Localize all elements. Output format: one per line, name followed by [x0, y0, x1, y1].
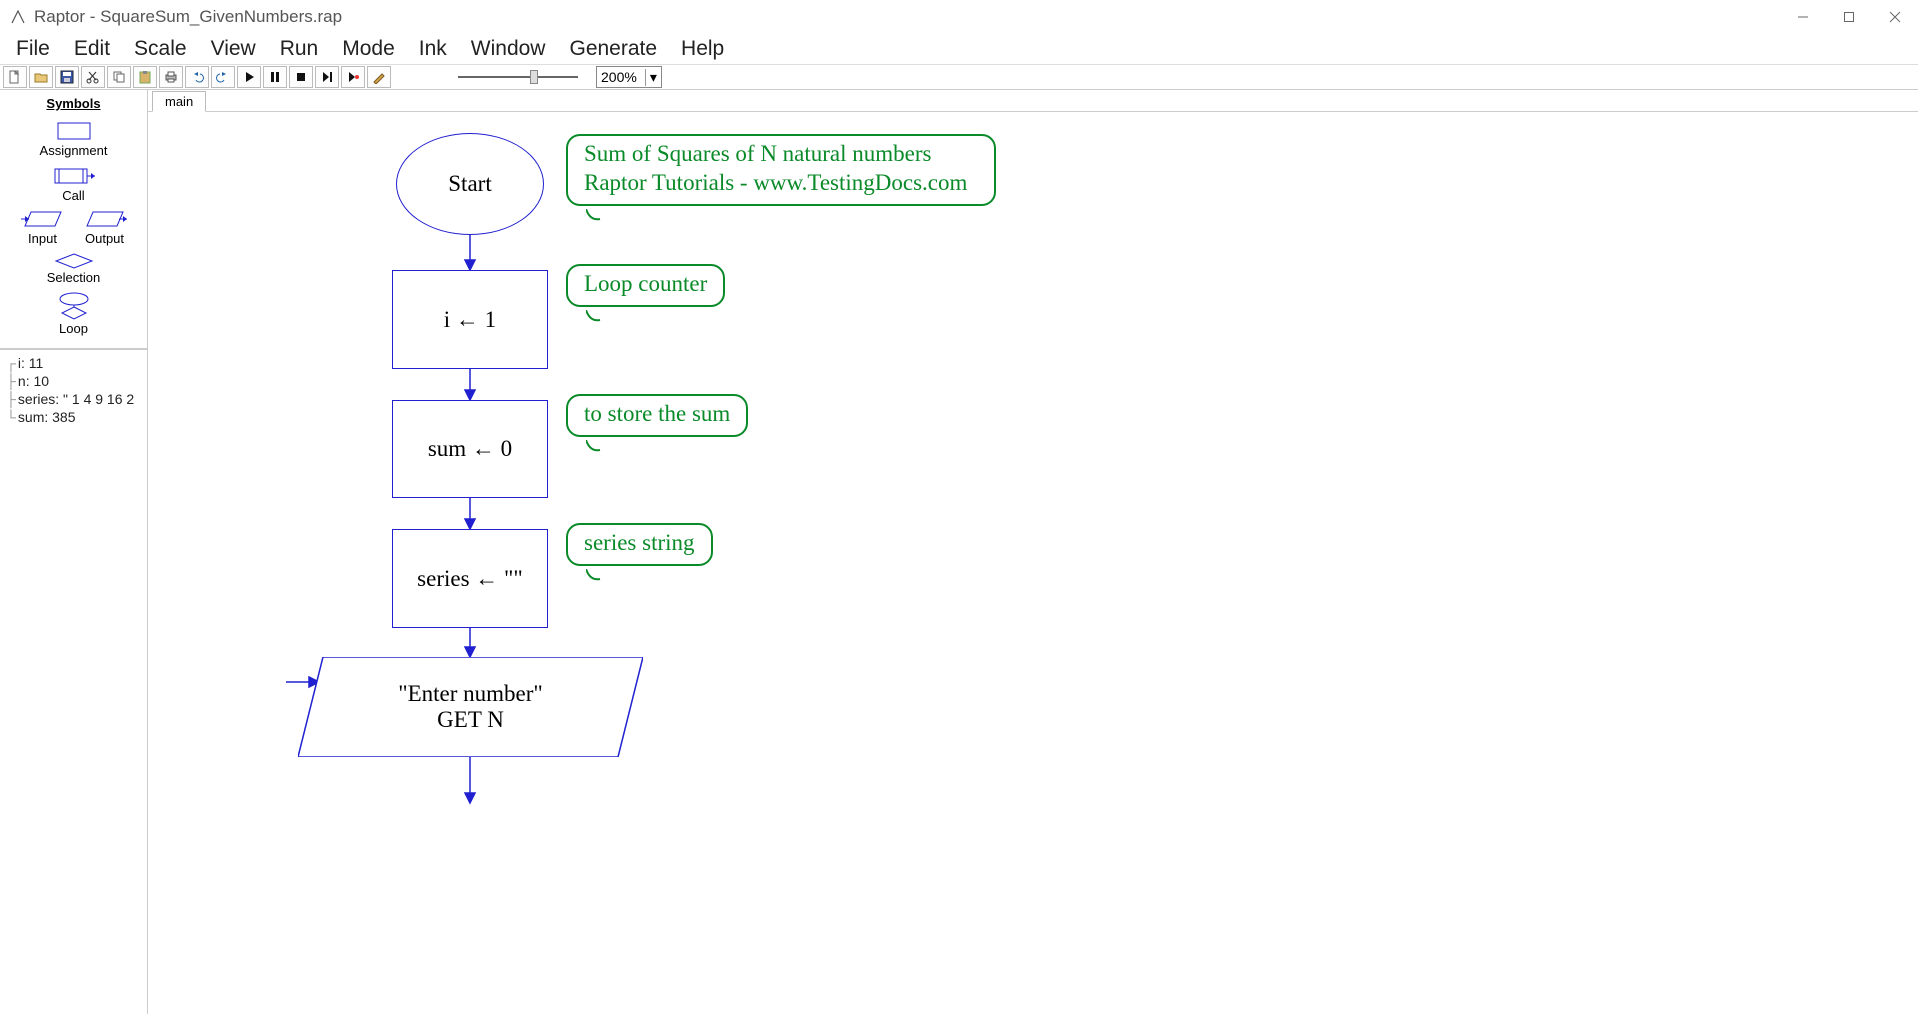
open-button[interactable] [29, 66, 53, 88]
watch-panel: i: 11 n: 10 series: " 1 4 9 16 2 sum: 38… [0, 349, 147, 1014]
output-label: Output [85, 231, 124, 246]
save-button[interactable] [55, 66, 79, 88]
menu-generate[interactable]: Generate [557, 35, 669, 63]
comment-loop-counter[interactable]: Loop counter [566, 264, 725, 307]
ink-button[interactable] [367, 66, 391, 88]
tab-main[interactable]: main [152, 91, 206, 112]
output-shape-icon[interactable] [83, 207, 127, 231]
menu-edit[interactable]: Edit [62, 35, 122, 63]
zoom-select[interactable]: 200% ▾ [596, 66, 662, 88]
pause-button[interactable] [263, 66, 287, 88]
input-shape-icon[interactable] [21, 207, 65, 231]
stop-button[interactable] [289, 66, 313, 88]
menu-ink[interactable]: Ink [407, 35, 459, 63]
flowchart-canvas[interactable]: Start Sum of Squares of N natural number… [148, 112, 1918, 1014]
comment-title-line2: Raptor Tutorials - www.TestingDocs.com [584, 169, 978, 198]
comment-series-string[interactable]: series string [566, 523, 713, 566]
symbols-header: Symbols [46, 96, 100, 111]
selection-label: Selection [47, 270, 100, 285]
menu-run[interactable]: Run [268, 35, 331, 63]
zoom-value: 200% [601, 69, 637, 85]
comment-title[interactable]: Sum of Squares of N natural numbers Rapt… [566, 134, 996, 206]
input-prompt-text: "Enter number" [298, 681, 643, 707]
step-over-button[interactable] [341, 66, 365, 88]
input-n-node[interactable]: "Enter number" GET N [298, 657, 643, 757]
menu-mode[interactable]: Mode [330, 35, 407, 63]
assignment-shape-icon[interactable] [54, 119, 94, 143]
watch-row: series: " 1 4 9 16 2 [6, 390, 141, 408]
menu-view[interactable]: View [199, 35, 268, 63]
assign-sum-text: sum ← 0 [428, 436, 512, 462]
menu-scale[interactable]: Scale [122, 35, 199, 63]
minimize-button[interactable] [1780, 0, 1826, 34]
step-button[interactable] [315, 66, 339, 88]
chevron-down-icon: ▾ [645, 69, 657, 86]
comment-store-sum[interactable]: to store the sum [566, 394, 748, 437]
menu-help[interactable]: Help [669, 35, 736, 63]
speed-slider[interactable] [458, 67, 578, 87]
loop-label: Loop [59, 321, 88, 336]
comment-title-line1: Sum of Squares of N natural numbers [584, 140, 978, 169]
symbols-panel: Symbols Assignment Call [0, 90, 147, 349]
watch-row: sum: 385 [6, 408, 141, 426]
assign-sum-node[interactable]: sum ← 0 [392, 400, 548, 498]
menu-bar: File Edit Scale View Run Mode Ink Window… [0, 34, 1918, 64]
assign-i-node[interactable]: i ← 1 [392, 270, 548, 369]
assign-i-text: i ← 1 [444, 307, 496, 333]
assignment-label: Assignment [40, 143, 108, 158]
title-bar: Raptor - SquareSum_GivenNumbers.rap [0, 0, 1918, 34]
assign-series-text: series ← "" [417, 566, 523, 592]
loop-shape-icon[interactable] [52, 291, 96, 321]
menu-file[interactable]: File [4, 35, 62, 63]
assign-series-node[interactable]: series ← "" [392, 529, 548, 628]
input-label: Input [28, 231, 57, 246]
cut-button[interactable] [81, 66, 105, 88]
menu-window[interactable]: Window [459, 35, 558, 63]
undo-button[interactable] [185, 66, 209, 88]
redo-button[interactable] [211, 66, 235, 88]
close-button[interactable] [1872, 0, 1918, 34]
selection-shape-icon[interactable] [52, 252, 96, 270]
toolbar: 200% ▾ [0, 64, 1918, 90]
maximize-button[interactable] [1826, 0, 1872, 34]
call-label: Call [62, 188, 84, 203]
call-shape-icon[interactable] [49, 164, 99, 188]
watch-row: n: 10 [6, 372, 141, 390]
new-button[interactable] [3, 66, 27, 88]
copy-button[interactable] [107, 66, 131, 88]
input-get-text: GET N [298, 707, 643, 733]
print-button[interactable] [159, 66, 183, 88]
play-button[interactable] [237, 66, 261, 88]
paste-button[interactable] [133, 66, 157, 88]
flowchart-tabs: main [148, 90, 1918, 112]
window-title: Raptor - SquareSum_GivenNumbers.rap [34, 7, 342, 27]
start-node[interactable]: Start [396, 133, 544, 235]
watch-row: i: 11 [6, 354, 141, 372]
start-text: Start [448, 171, 491, 197]
app-icon [10, 9, 26, 25]
